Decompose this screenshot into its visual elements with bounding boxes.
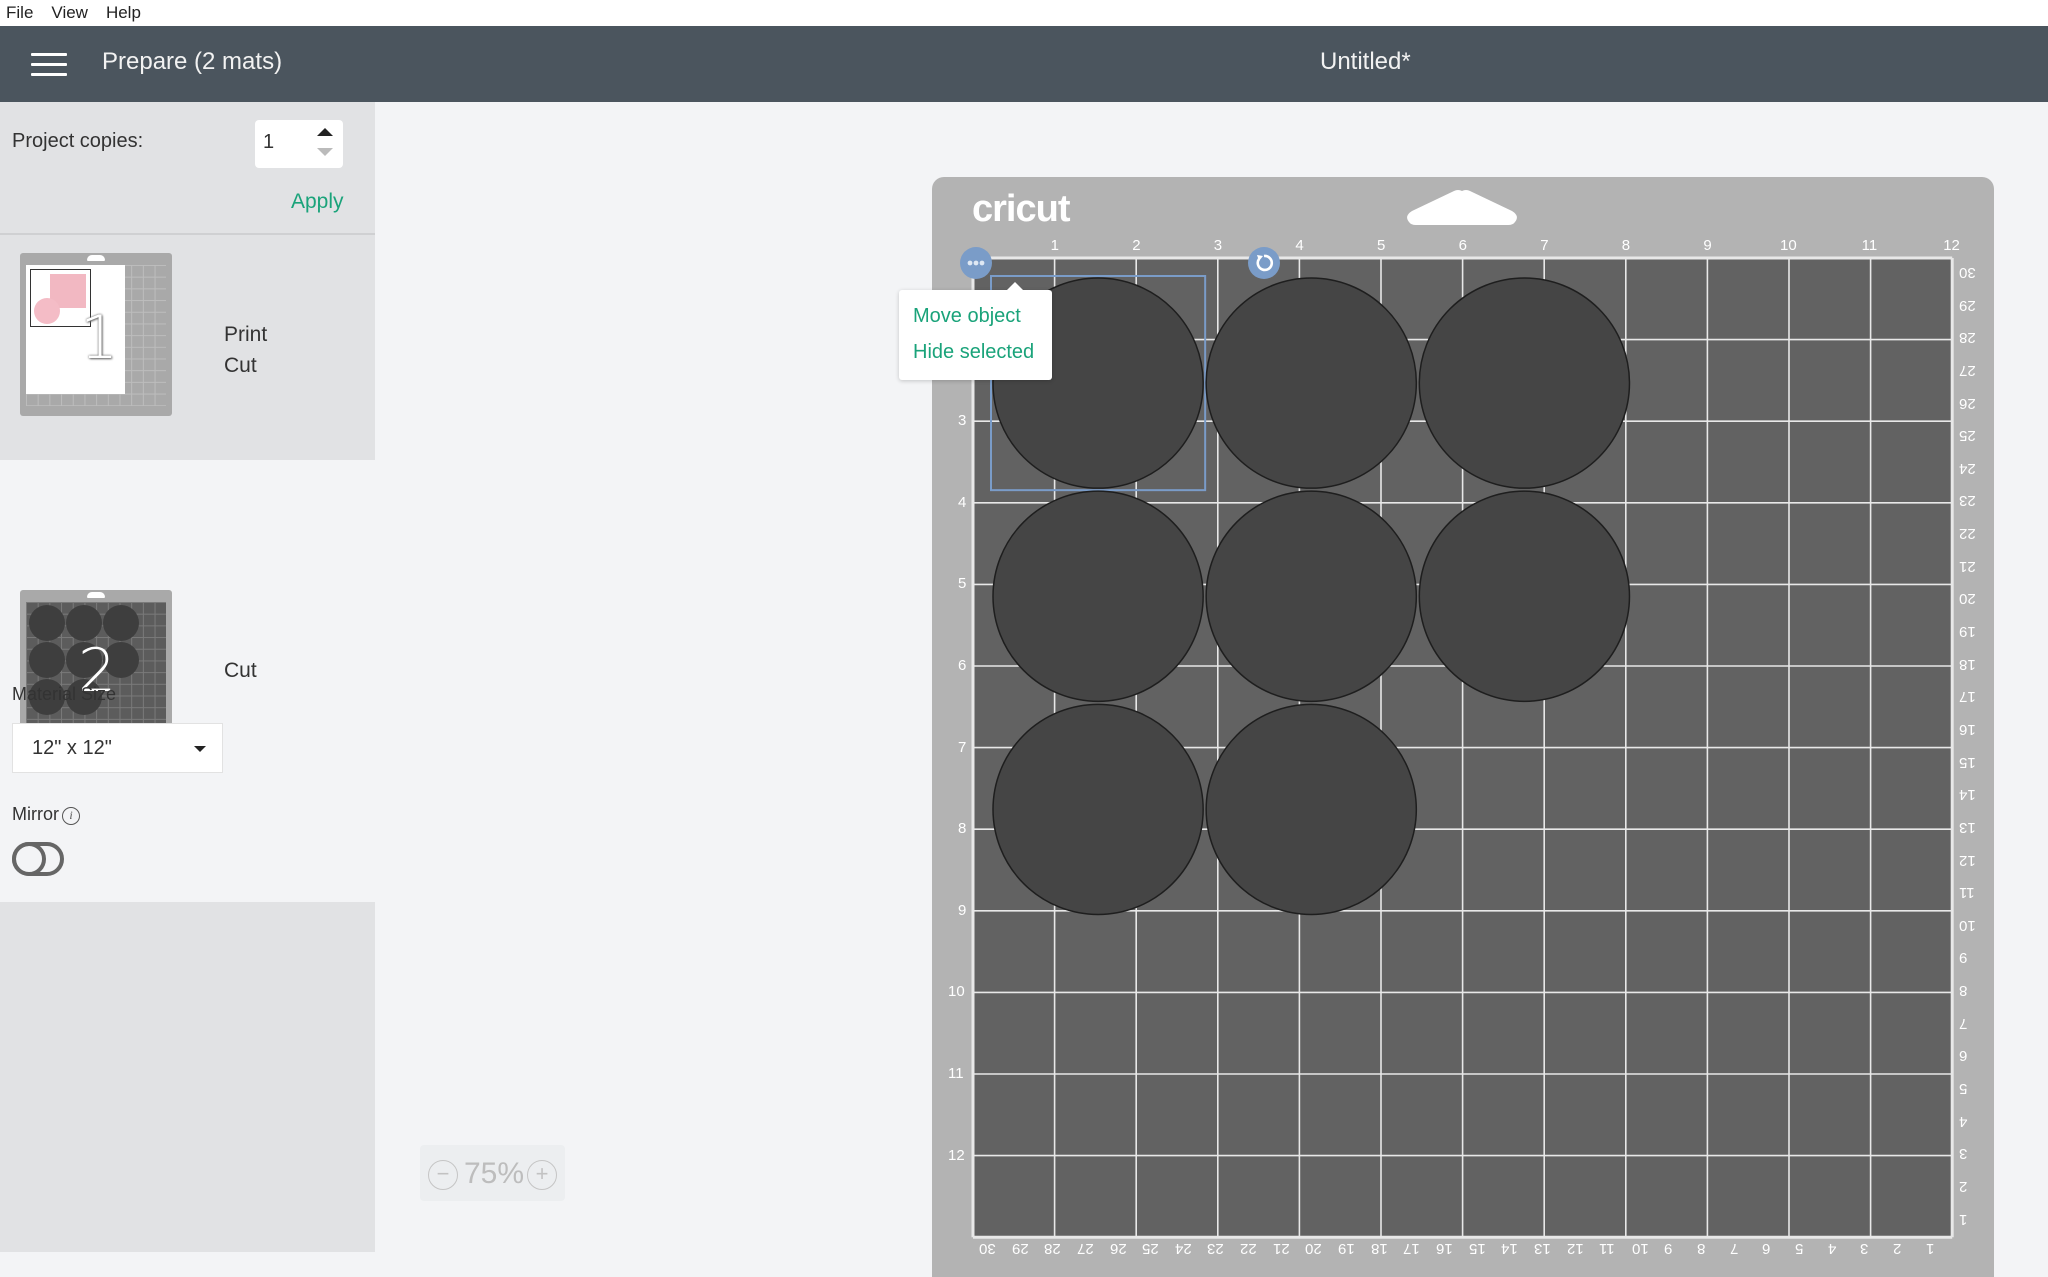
right-ruler-label: 26: [1959, 394, 1976, 412]
top-ruler-label: 7: [1540, 237, 1549, 254]
bottom-ruler-label: 20: [1305, 1240, 1323, 1257]
right-ruler-label: 28: [1959, 329, 1976, 347]
bottom-ruler-label: 13: [1533, 1240, 1551, 1257]
right-ruler-label: 5: [1959, 1080, 1968, 1097]
bottom-ruler-label: 4: [1827, 1240, 1836, 1257]
bottom-ruler-label: 21: [1272, 1240, 1290, 1257]
hide-selected-menu-item[interactable]: Hide selected: [913, 341, 1034, 364]
right-ruler-label: 24: [1959, 459, 1976, 477]
right-ruler-label: 11: [1959, 884, 1975, 902]
circle-shape[interactable]: [992, 490, 1204, 703]
circle-shape[interactable]: [1205, 277, 1418, 489]
bottom-ruler-label: 1: [1925, 1240, 1934, 1257]
bottom-ruler-label: 15: [1468, 1240, 1486, 1257]
bottom-ruler-label: 30: [979, 1240, 996, 1257]
bottom-ruler-label: 12: [1566, 1240, 1584, 1257]
top-ruler-label: 6: [1458, 237, 1467, 254]
right-ruler-label: 13: [1959, 818, 1976, 836]
bottom-ruler-label: 10: [1631, 1240, 1649, 1257]
right-ruler-label: 15: [1959, 753, 1976, 771]
top-ruler-label: 5: [1377, 237, 1386, 254]
right-ruler-label: 29: [1959, 296, 1976, 314]
right-ruler-label: 21: [1959, 557, 1976, 575]
bottom-ruler-label: 14: [1501, 1240, 1518, 1257]
right-ruler-label: 6: [1959, 1047, 1968, 1065]
top-ruler-label: 11: [1861, 237, 1878, 254]
left-ruler-label: 5: [958, 575, 967, 593]
right-ruler-label: 23: [1959, 492, 1976, 510]
circle-shape[interactable]: [1418, 277, 1631, 489]
top-ruler-label: 10: [1780, 237, 1797, 254]
right-ruler-label: 14: [1959, 786, 1976, 804]
bottom-ruler-label: 5: [1795, 1240, 1804, 1257]
left-ruler-label: 4: [958, 493, 967, 511]
bottom-ruler-label: 24: [1174, 1240, 1192, 1257]
circle-shape[interactable]: [1418, 490, 1631, 703]
top-ruler-label: 9: [1703, 237, 1712, 254]
top-ruler-label: 3: [1213, 237, 1223, 254]
context-menu: Move object Hide selected: [899, 282, 1052, 380]
right-ruler-label: 30: [1959, 264, 1976, 281]
bottom-ruler-label: 19: [1338, 1240, 1355, 1257]
left-ruler-label: 7: [958, 738, 967, 756]
bottom-ruler-label: 11: [1599, 1240, 1615, 1257]
right-ruler-label: 1: [1959, 1210, 1968, 1228]
left-ruler-label: 9: [958, 901, 967, 919]
left-ruler-label: 6: [958, 657, 967, 674]
right-ruler-label: 4: [1959, 1112, 1968, 1130]
mat-canvas[interactable]: [0, 0, 2048, 1252]
top-ruler-label: 8: [1621, 237, 1631, 254]
top-ruler-label: 1: [1050, 237, 1059, 254]
left-ruler-label: 3: [958, 412, 967, 430]
right-ruler-label: 20: [1959, 590, 1976, 608]
bottom-ruler-label: 17: [1403, 1240, 1420, 1257]
bottom-ruler-label: 3: [1860, 1240, 1869, 1257]
right-ruler-label: 12: [1959, 851, 1976, 869]
circle-shape[interactable]: [1205, 703, 1418, 916]
move-object-menu-item[interactable]: Move object: [913, 305, 1021, 328]
right-ruler-label: 17: [1959, 688, 1976, 706]
circle-shape[interactable]: [992, 703, 1204, 916]
top-ruler-label: 12: [1943, 237, 1960, 254]
bottom-ruler-label: 23: [1207, 1240, 1225, 1257]
bottom-ruler-label: 6: [1762, 1240, 1771, 1257]
top-ruler-label: 2: [1132, 237, 1141, 254]
bottom-ruler-label: 8: [1697, 1240, 1706, 1257]
bottom-ruler-label: 25: [1142, 1240, 1159, 1257]
rotate-handle[interactable]: [1248, 247, 1280, 279]
bottom-ruler-label: 27: [1076, 1240, 1094, 1257]
left-ruler-label: 8: [958, 820, 967, 838]
bottom-ruler-label: 16: [1435, 1240, 1453, 1257]
more-options-handle[interactable]: [960, 247, 992, 279]
left-ruler-label: 11: [948, 1065, 964, 1082]
right-ruler-label: 18: [1959, 655, 1976, 673]
top-ruler-label: 4: [1295, 237, 1304, 254]
right-ruler-label: 2: [1959, 1177, 1968, 1195]
right-ruler-label: 16: [1959, 720, 1976, 738]
right-ruler-label: 9: [1959, 949, 1968, 967]
right-ruler-label: 8: [1959, 982, 1968, 1000]
bottom-ruler-label: 2: [1892, 1240, 1902, 1257]
bottom-ruler-label: 26: [1109, 1240, 1127, 1257]
right-ruler-label: 3: [1959, 1145, 1968, 1163]
right-ruler-label: 19: [1959, 623, 1976, 641]
right-ruler-label: 22: [1959, 525, 1976, 543]
rotate-icon: [1256, 254, 1274, 272]
bottom-ruler-label: 29: [1011, 1240, 1029, 1257]
bottom-ruler-label: 28: [1044, 1240, 1061, 1257]
bottom-ruler-label: 9: [1664, 1240, 1673, 1257]
right-ruler-label: 27: [1959, 361, 1976, 379]
bottom-ruler-label: 18: [1370, 1240, 1388, 1257]
left-ruler-label: 10: [948, 983, 965, 1001]
right-ruler-label: 7: [1959, 1014, 1968, 1032]
left-ruler-label: 12: [948, 1146, 965, 1164]
bottom-ruler-label: 22: [1240, 1240, 1257, 1257]
circle-shape[interactable]: [1205, 490, 1418, 703]
right-ruler-label: 25: [1959, 427, 1976, 445]
right-ruler-label: 10: [1959, 916, 1976, 934]
bottom-ruler-label: 7: [1729, 1240, 1739, 1257]
